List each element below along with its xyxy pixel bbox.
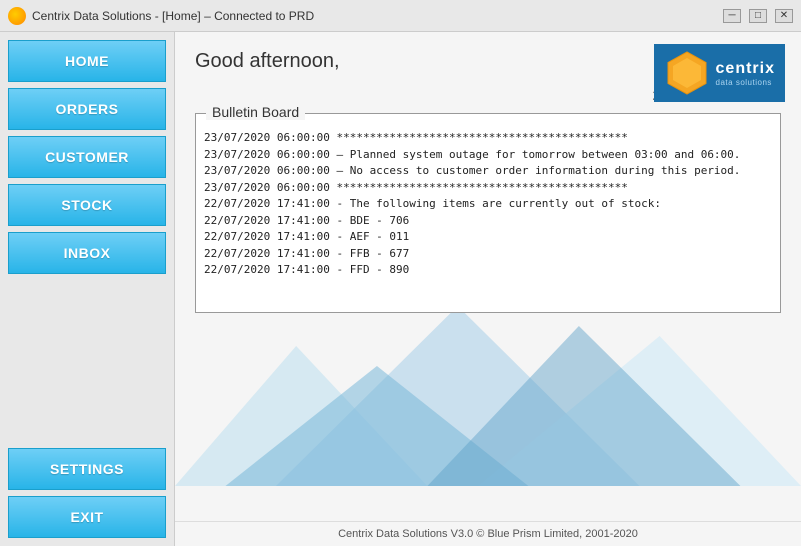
sidebar: HOME ORDERS CUSTOMER STOCK INBOX SETTING… bbox=[0, 32, 175, 546]
logo-hexagon-icon bbox=[664, 50, 710, 96]
sidebar-spacer bbox=[8, 280, 166, 442]
title-bar-controls: ─ □ ✕ bbox=[723, 9, 793, 23]
logo-name: centrix bbox=[716, 60, 775, 78]
bulletin-line: 22/07/2020 17:41:00 - FFD - 890 bbox=[204, 262, 772, 279]
bulletin-section: Bulletin Board 23/07/2020 06:00:00 *****… bbox=[195, 113, 781, 513]
bulletin-line: 23/07/2020 06:00:00 – Planned system out… bbox=[204, 147, 772, 164]
logo-box: centrix data solutions bbox=[654, 44, 785, 102]
footer-text: Centrix Data Solutions V3.0 © Blue Prism… bbox=[338, 528, 638, 540]
bulletin-line: 23/07/2020 06:00:00 – No access to custo… bbox=[204, 163, 772, 180]
bulletin-line: 22/07/2020 17:41:00 - BDE - 706 bbox=[204, 213, 772, 230]
app-body: HOME ORDERS CUSTOMER STOCK INBOX SETTING… bbox=[0, 32, 801, 546]
close-button[interactable]: ✕ bbox=[775, 9, 793, 23]
logo-subtitle: data solutions bbox=[716, 78, 775, 87]
bulletin-board: Bulletin Board 23/07/2020 06:00:00 *****… bbox=[195, 113, 781, 313]
sidebar-item-home[interactable]: HOME bbox=[8, 40, 166, 82]
main-content: centrix data solutions Good afternoon, 2… bbox=[175, 32, 801, 546]
title-bar: Centrix Data Solutions - [Home] – Connec… bbox=[0, 0, 801, 32]
bulletin-line: 22/07/2020 17:41:00 - AEF - 011 bbox=[204, 229, 772, 246]
maximize-button[interactable]: □ bbox=[749, 9, 767, 23]
bulletin-title: Bulletin Board bbox=[206, 104, 305, 120]
sidebar-item-exit[interactable]: EXIT bbox=[8, 496, 166, 538]
bulletin-line: 23/07/2020 06:00:00 ********************… bbox=[204, 180, 772, 197]
bulletin-line: 22/07/2020 17:41:00 - The following item… bbox=[204, 196, 772, 213]
sidebar-item-stock[interactable]: STOCK bbox=[8, 184, 166, 226]
minimize-button[interactable]: ─ bbox=[723, 9, 741, 23]
sidebar-item-customer[interactable]: CUSTOMER bbox=[8, 136, 166, 178]
greeting-text: Good afternoon, bbox=[195, 50, 340, 73]
logo-area: centrix data solutions bbox=[654, 44, 785, 102]
sidebar-item-settings[interactable]: SETTINGS bbox=[8, 448, 166, 490]
sidebar-item-orders[interactable]: ORDERS bbox=[8, 88, 166, 130]
bulletin-line: 23/07/2020 06:00:00 ********************… bbox=[204, 130, 772, 147]
sidebar-bottom: SETTINGS EXIT bbox=[8, 448, 166, 546]
logo-text-area: centrix data solutions bbox=[716, 60, 775, 87]
app-icon bbox=[8, 7, 26, 25]
bulletin-line: 22/07/2020 17:41:00 - FFB - 677 bbox=[204, 246, 772, 263]
sidebar-item-inbox[interactable]: INBOX bbox=[8, 232, 166, 274]
bulletin-content[interactable]: 23/07/2020 06:00:00 ********************… bbox=[196, 114, 780, 312]
title-bar-text: Centrix Data Solutions - [Home] – Connec… bbox=[32, 9, 723, 23]
footer: Centrix Data Solutions V3.0 © Blue Prism… bbox=[175, 521, 801, 546]
